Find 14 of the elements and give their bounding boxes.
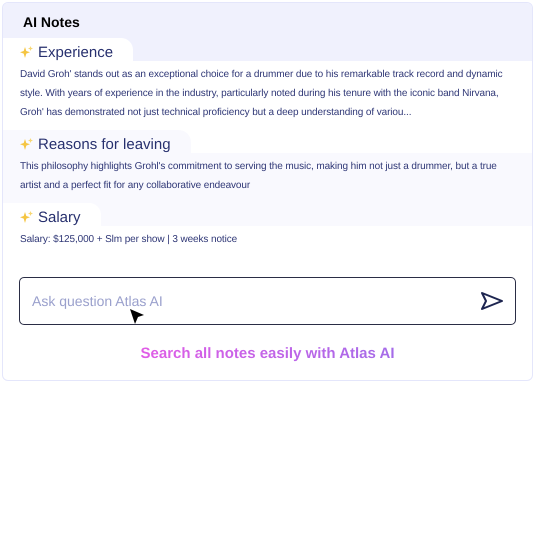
section-text: This philosophy highlights Grohl's commitment to serving the music, making him not just a drummer, but a true artist and a perfect fit for any collaborative endeavour: [20, 160, 498, 193]
panel-title: AI Notes: [23, 14, 81, 30]
section-heading: Salary: [38, 209, 81, 226]
section-text: David Groh' stands out as an exceptional choice for a drummer due to his remarkable track record and dynamic style. With years of experience in the industry, particularly noted during his tenure with the iconic band Nirvana, Groh' has demonstrated not just technical proficiency but a deep understanding of variou...: [20, 68, 504, 120]
sparkle-icon: [20, 138, 33, 151]
section-heading: Experience: [38, 44, 114, 61]
send-button[interactable]: [480, 291, 504, 311]
question-field[interactable]: Ask question Atlas AI: [19, 277, 516, 325]
section-text: Salary: $125,000 + Slm per show | 3 weeks notice: [20, 233, 238, 247]
sparkle-icon: [20, 46, 33, 59]
cursor-icon: [130, 309, 144, 324]
section-heading: Reasons for leaving: [38, 136, 171, 153]
hint-text: Search all notes easily with Atlas AI: [140, 345, 394, 362]
sparkle-icon: [20, 211, 33, 224]
